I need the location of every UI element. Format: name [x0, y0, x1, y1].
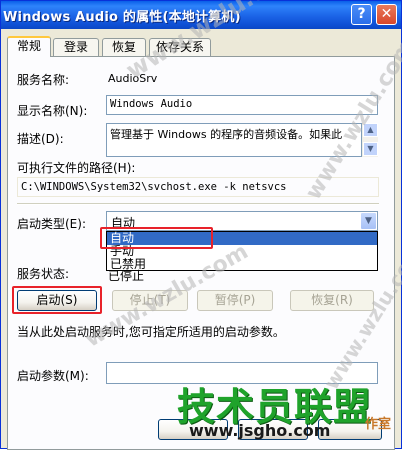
help-icon: ? [357, 6, 366, 22]
tag-watermark: 作室 [365, 417, 392, 432]
description-value: 管理基于 Windows 的程序的音频设备。如果此 [110, 128, 343, 141]
divider [17, 203, 379, 205]
startup-type-label: 启动类型(E): [17, 217, 86, 231]
service-name-label: 服务名称: [17, 73, 70, 87]
tab-general[interactable]: 常规 [7, 36, 51, 57]
description-field[interactable]: 管理基于 Windows 的程序的音频设备。如果此 [106, 123, 362, 157]
service-name-value: AudioSrv [108, 72, 158, 85]
start-params-hint: 当从此处启动服务时,您可指定所适用的启动参数。 [17, 325, 285, 339]
help-button[interactable]: ? [351, 4, 372, 25]
highlight-box-start [12, 286, 102, 314]
service-status-value: 已停止 [108, 269, 145, 283]
description-label: 描述(D): [17, 132, 64, 146]
tab-dependencies[interactable]: 依存关系 [149, 38, 211, 56]
scroll-up-icon[interactable]: ▲ [363, 123, 378, 137]
option-disabled[interactable]: 已禁用 [107, 258, 377, 271]
properties-window: Windows Audio 的属性(本地计算机) ? ✕ 常规 登录 恢复 依存… [0, 0, 402, 450]
pause-button[interactable]: 暂停(P) [197, 290, 273, 311]
display-name-value: Windows Audio [110, 98, 193, 110]
chevron-down-icon[interactable]: ▼ [360, 212, 377, 230]
service-status-label: 服务状态: [17, 267, 70, 281]
exe-path-label: 可执行文件的路径(H): [17, 161, 136, 175]
tab-logon[interactable]: 登录 [53, 38, 99, 56]
close-icon: ✕ [380, 6, 393, 22]
scroll-down-icon[interactable]: ▼ [363, 142, 378, 156]
description-scrollbar[interactable]: ▲ ▼ [362, 123, 378, 157]
url-watermark: www.jsgho.com [189, 421, 331, 440]
window-title: Windows Audio 的属性(本地计算机) [3, 10, 241, 25]
title-bar[interactable]: Windows Audio 的属性(本地计算机) ? ✕ [1, 1, 401, 29]
start-params-label: 启动参数(M): [17, 369, 89, 383]
display-name-field[interactable]: Windows Audio [106, 95, 378, 115]
close-button[interactable]: ✕ [376, 4, 397, 25]
stop-button[interactable]: 停止(T) [112, 290, 188, 311]
display-name-label: 显示名称(N): [17, 104, 88, 118]
tab-recovery[interactable]: 恢复 [102, 38, 146, 56]
exe-path-field: C:\WINDOWS\System32\svchost.exe -k netsv… [17, 177, 379, 197]
exe-path-value: C:\WINDOWS\System32\svchost.exe -k netsv… [21, 181, 287, 193]
resume-button[interactable]: 恢复(R) [290, 290, 374, 311]
highlight-box-automatic [100, 227, 213, 249]
